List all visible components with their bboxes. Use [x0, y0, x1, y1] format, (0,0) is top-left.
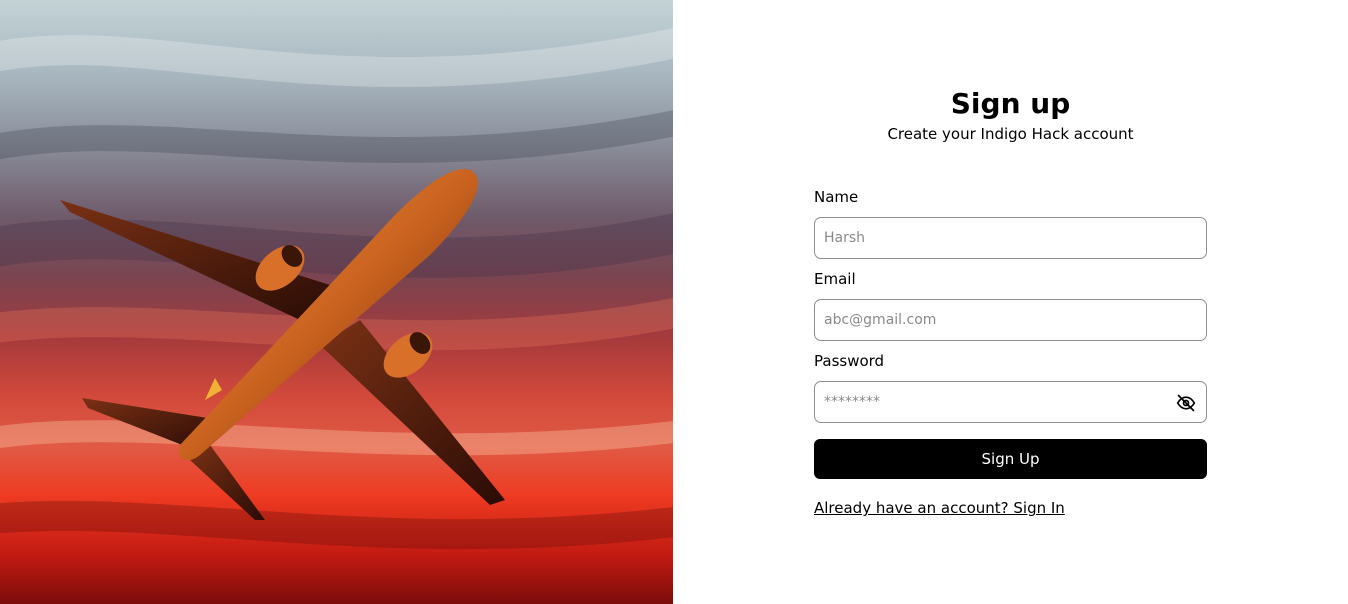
email-input[interactable]	[815, 300, 1206, 340]
name-field-container	[814, 217, 1207, 259]
email-field-container	[814, 299, 1207, 341]
page-subtitle: Create your Indigo Hack account	[887, 125, 1134, 143]
eye-off-icon[interactable]	[1176, 393, 1196, 413]
password-field-container	[814, 381, 1207, 423]
name-input[interactable]	[815, 218, 1206, 258]
email-label: Email	[814, 270, 856, 288]
sign-up-button[interactable]: Sign Up	[814, 439, 1207, 479]
page-title: Sign up	[950, 87, 1071, 120]
signup-form-panel: Sign up Create your Indigo Hack account …	[673, 0, 1348, 604]
signup-page: Sign up Create your Indigo Hack account …	[0, 0, 1348, 604]
sign-in-link[interactable]: Already have an account? Sign In	[814, 498, 1065, 518]
hero-image	[0, 0, 673, 604]
password-input[interactable]	[815, 382, 1206, 422]
airplane-illustration	[0, 28, 673, 550]
password-label: Password	[814, 352, 885, 370]
name-label: Name	[814, 188, 859, 206]
